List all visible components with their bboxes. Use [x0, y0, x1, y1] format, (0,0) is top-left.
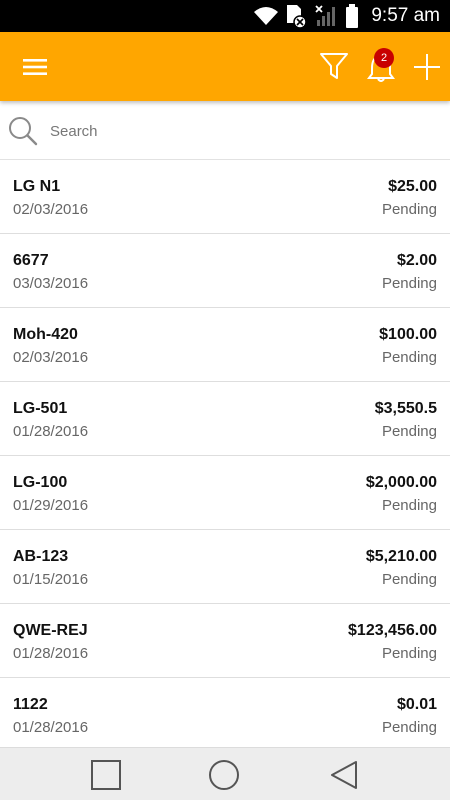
app-bar: 2 — [0, 32, 450, 101]
item-amount: $3,550.5 — [374, 400, 437, 417]
item-date: 01/15/2016 — [13, 571, 89, 588]
item-name: QWE-REJ — [13, 622, 88, 639]
item-date: 02/03/2016 — [13, 201, 89, 218]
status-time: 9:57 am — [371, 5, 440, 26]
item-amount: $123,456.00 — [348, 622, 437, 639]
item-name: Moh-420 — [13, 326, 78, 343]
item-amount: $100.00 — [379, 326, 437, 343]
item-status: Pending — [381, 349, 437, 366]
signal-strength-icon — [315, 5, 336, 26]
transaction-list: LG N1 02/03/2016 $25.00 Pending 6677 03/… — [0, 160, 450, 747]
item-date: 01/29/2016 — [13, 497, 89, 514]
hamburger-icon[interactable] — [22, 54, 48, 80]
item-status: Pending — [381, 275, 437, 292]
item-name: 1122 — [13, 696, 48, 713]
list-item[interactable]: LG N1 02/03/2016 $25.00 Pending — [0, 160, 450, 234]
item-amount: $5,210.00 — [365, 548, 437, 565]
item-name: LG N1 — [13, 178, 61, 195]
item-date: 03/03/2016 — [13, 275, 89, 292]
item-amount: $25.00 — [388, 178, 437, 195]
list-item[interactable]: Moh-420 02/03/2016 $100.00 Pending — [0, 308, 450, 382]
item-date: 02/03/2016 — [13, 349, 89, 366]
list-item[interactable]: 6677 03/03/2016 $2.00 Pending — [0, 234, 450, 308]
plus-icon[interactable] — [412, 52, 442, 82]
notification-badge: 2 — [374, 48, 394, 68]
list-item[interactable]: 1122 01/28/2016 $0.01 Pending — [0, 678, 450, 747]
item-amount: $2.00 — [396, 252, 437, 269]
item-status: Pending — [381, 571, 437, 588]
sim-card-icon — [287, 5, 308, 29]
list-item[interactable]: QWE-REJ 01/28/2016 $123,456.00 Pending — [0, 604, 450, 678]
item-status: Pending — [381, 201, 437, 218]
back-icon[interactable] — [328, 759, 360, 791]
search-bar — [0, 101, 450, 160]
item-status: Pending — [381, 645, 437, 662]
home-icon[interactable] — [208, 759, 240, 791]
item-name: AB-123 — [13, 548, 69, 565]
item-status: Pending — [381, 719, 437, 736]
item-status: Pending — [381, 497, 437, 514]
list-item[interactable]: AB-123 01/15/2016 $5,210.00 Pending — [0, 530, 450, 604]
item-amount: $2,000.00 — [365, 474, 437, 491]
list-item[interactable]: LG-501 01/28/2016 $3,550.5 Pending — [0, 382, 450, 456]
recent-apps-icon[interactable] — [90, 759, 122, 791]
list-item[interactable]: LG-100 01/29/2016 $2,000.00 Pending — [0, 456, 450, 530]
wifi-icon — [254, 7, 279, 25]
item-status: Pending — [381, 423, 437, 440]
item-amount: $0.01 — [396, 696, 437, 713]
filter-icon[interactable] — [318, 50, 350, 82]
search-input[interactable] — [50, 118, 430, 144]
search-icon — [9, 117, 38, 146]
system-nav-bar — [0, 747, 450, 800]
item-date: 01/28/2016 — [13, 423, 89, 440]
item-name: LG-501 — [13, 400, 68, 417]
item-date: 01/28/2016 — [13, 645, 89, 662]
item-name: 6677 — [13, 252, 49, 269]
battery-icon — [346, 4, 359, 28]
item-date: 01/28/2016 — [13, 719, 89, 736]
notifications-button[interactable]: 2 — [364, 48, 398, 84]
item-name: LG-100 — [13, 474, 68, 491]
status-bar: 9:57 am — [0, 0, 450, 32]
